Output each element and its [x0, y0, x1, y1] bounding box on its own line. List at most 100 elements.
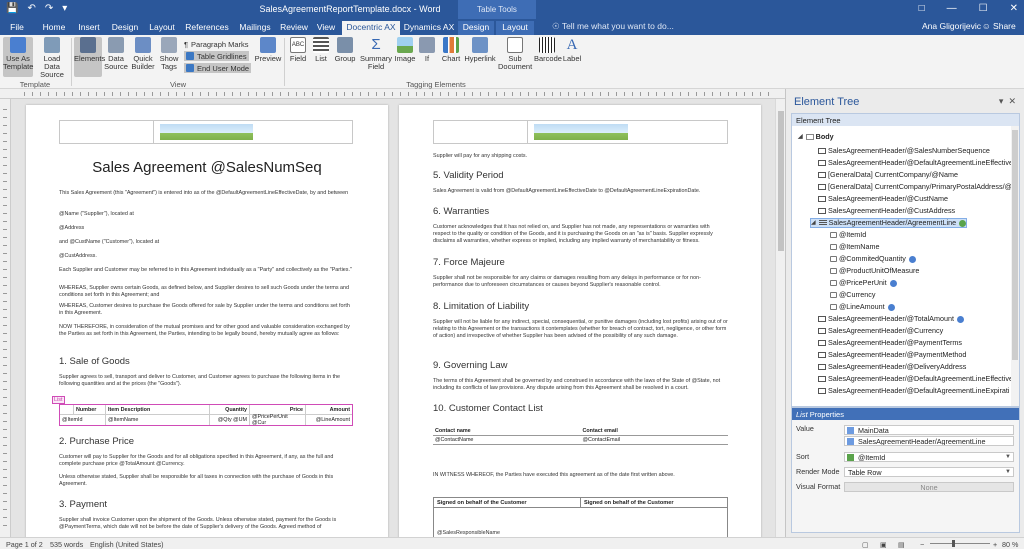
document-area[interactable]: Sales Agreement @SalesNumSeq This Sales …	[0, 99, 785, 537]
tree-node[interactable]: @PricePerUnit	[830, 278, 897, 288]
tab-references[interactable]: References	[182, 21, 232, 35]
sub-document-button[interactable]: Sub Document	[498, 37, 532, 71]
tab-table-design[interactable]: Design	[458, 21, 494, 35]
shipping-costs-line[interactable]: Supplier will pay for any shipping costs…	[433, 153, 728, 160]
sale-paragraph[interactable]: Supplier agrees to sell, transport and d…	[59, 374, 353, 388]
zoom-slider[interactable]	[930, 540, 990, 547]
zoom-slider-knob[interactable]	[952, 540, 955, 547]
label-button[interactable]: A Label	[562, 37, 582, 63]
elements-button[interactable]: Elements	[74, 37, 105, 77]
tree-node[interactable]: [GeneralData] CurrentCompany/PrimaryPost…	[818, 182, 1011, 192]
tree-node[interactable]: SalesAgreementHeader/@TotalAmount	[818, 314, 964, 324]
close-icon[interactable]: ✕	[1008, 96, 1016, 106]
heading-sale-of-goods[interactable]: 1. Sale of Goods	[59, 356, 130, 367]
liability-paragraph[interactable]: Supplier will not be liable for any indi…	[433, 319, 728, 340]
tree-node[interactable]: @LineAmount	[830, 302, 895, 312]
heading-validity-period[interactable]: 5. Validity Period	[433, 170, 504, 181]
chevron-down-icon[interactable]: ▼	[1005, 453, 1011, 461]
zoom-level[interactable]: 80 %	[1002, 540, 1018, 549]
if-button[interactable]: If	[418, 37, 436, 63]
purchase-paragraph[interactable]: Customer will pay to Supplier for the Go…	[59, 454, 353, 468]
items-table-row[interactable]: @ItemId @ItemName @Qty @UM @PricePerUnit…	[60, 414, 352, 426]
summary-field-button[interactable]: Σ Summary Field	[359, 37, 393, 71]
tab-mailings[interactable]: Mailings	[235, 21, 275, 35]
tree-node[interactable]: SalesAgreementHeader/@SalesNumberSequenc…	[818, 146, 990, 156]
barcode-button[interactable]: Barcode	[534, 37, 562, 63]
use-as-template-button[interactable]: Use As Template	[3, 37, 33, 77]
document-title-heading[interactable]: Sales Agreement @SalesNumSeq	[26, 159, 388, 176]
tab-file[interactable]: File	[4, 21, 30, 35]
show-tags-button[interactable]: Show Tags	[158, 37, 180, 71]
value-field-2[interactable]: SalesAgreementHeader/AgreementLine	[844, 436, 1014, 446]
heading-payment[interactable]: 3. Payment	[59, 499, 107, 510]
quick-builder-button[interactable]: Quick Builder	[130, 37, 156, 71]
taxes-paragraph[interactable]: Unless otherwise stated, Supplier shall …	[59, 474, 353, 488]
governing-law-paragraph[interactable]: The terms of this Agreement shall be gov…	[433, 378, 728, 392]
tab-dynamics-ax[interactable]: Dynamics AX	[403, 21, 455, 35]
heading-limitation-of-liability[interactable]: 8. Limitation of Liability	[433, 301, 529, 312]
customer-address-line[interactable]: @CustAddress.	[59, 253, 353, 260]
tree-scrollbar[interactable]	[1011, 126, 1019, 406]
tree-node[interactable]: @Currency	[830, 290, 875, 300]
document-scrollbar[interactable]	[775, 99, 785, 537]
chart-button[interactable]: Chart	[440, 37, 462, 63]
tab-review[interactable]: Review	[278, 21, 310, 35]
table-gridlines-toggle[interactable]: Table Gridlines	[184, 51, 249, 61]
vertical-ruler[interactable]	[0, 99, 11, 537]
minimize-icon[interactable]: —	[947, 3, 957, 14]
tree-node[interactable]: @ProductUnitOfMeasure	[830, 266, 919, 276]
zoom-out-icon[interactable]: −	[920, 540, 924, 549]
heading-force-majeure[interactable]: 7. Force Majeure	[433, 257, 505, 268]
items-table[interactable]: Number Item Description Quantity Price A…	[59, 404, 353, 426]
whereas-paragraph-2[interactable]: WHEREAS, Customer desires to purchase th…	[59, 303, 353, 317]
element-tree[interactable]: Element Tree ◢ Body SalesAgreementHeader/…	[791, 113, 1020, 407]
supplier-line[interactable]: @Name ("Supplier"), located at	[59, 211, 353, 218]
customer-line[interactable]: and @CustName ("Customer"), located at	[59, 239, 353, 246]
user-name[interactable]: Ana Gligorijevic	[922, 21, 981, 31]
validity-paragraph[interactable]: Sales Agreement is valid from @DefaultAg…	[433, 188, 728, 195]
tree-scrollbar-thumb[interactable]	[1012, 130, 1018, 360]
tree-node[interactable]: [GeneralData] CurrentCompany/@Name	[818, 170, 958, 180]
chevron-down-icon[interactable]: ▾	[999, 96, 1004, 106]
group-button[interactable]: Group	[333, 37, 357, 63]
page-2[interactable]: Supplier will pay for any shipping costs…	[399, 105, 761, 537]
render-mode-select[interactable]: Table Row ▼	[844, 467, 1014, 477]
tree-node[interactable]: SalesAgreementHeader/@CustName	[818, 194, 948, 204]
print-layout-icon[interactable]: ▣	[880, 540, 887, 549]
word-count[interactable]: 535 words	[50, 540, 83, 549]
web-layout-icon[interactable]: ▤	[898, 540, 905, 549]
sort-field[interactable]: @ItemId ▼	[844, 452, 1014, 462]
witness-paragraph[interactable]: IN WITNESS WHEREOF, the Parties have exe…	[433, 472, 728, 479]
tab-layout[interactable]: Layout	[145, 21, 179, 35]
visual-format-button[interactable]: None	[844, 482, 1014, 492]
maximize-icon[interactable]: ☐	[979, 3, 988, 14]
share-button[interactable]: ☺ Share	[982, 21, 1016, 31]
image-button[interactable]: Image	[394, 37, 416, 63]
field-button[interactable]: ABC Field	[287, 37, 309, 63]
zoom-in-icon[interactable]: +	[993, 540, 997, 549]
contact-table-row[interactable]: @ContactName @ContactEmail	[433, 436, 728, 445]
read-mode-icon[interactable]: ▢	[862, 540, 869, 549]
tree-node-agreement-line[interactable]: ◢ SalesAgreementHeader/AgreementLine	[810, 218, 968, 228]
heading-warranties[interactable]: 6. Warranties	[433, 206, 489, 217]
tab-home[interactable]: Home	[38, 21, 70, 35]
value-field-1[interactable]: MainData	[844, 425, 1014, 435]
page-1[interactable]: Sales Agreement @SalesNumSeq This Sales …	[26, 105, 388, 537]
parties-paragraph[interactable]: Each Supplier and Customer may be referr…	[59, 267, 353, 274]
horizontal-ruler[interactable]	[0, 89, 785, 99]
signature-table[interactable]: Signed on behalf of the Customer Signed …	[433, 497, 728, 537]
ribbon-options-icon[interactable]: □	[919, 3, 925, 14]
warranties-paragraph[interactable]: Customer acknowledges that it has not re…	[433, 224, 728, 245]
page-count[interactable]: Page 1 of 2	[6, 540, 43, 549]
tree-node[interactable]: @CommitedQuantity	[830, 254, 916, 264]
paragraph-marks-toggle[interactable]: ¶ Paragraph Marks	[184, 39, 249, 49]
tree-node[interactable]: SalesAgreementHeader/@PaymentMethod	[818, 350, 966, 360]
intro-paragraph[interactable]: This Sales Agreement (this "Agreement") …	[59, 190, 353, 197]
hyperlink-button[interactable]: Hyperlink	[464, 37, 496, 63]
heading-customer-contact-list[interactable]: 10. Customer Contact List	[433, 403, 543, 414]
tree-node[interactable]: @ItemId	[830, 230, 866, 240]
preview-button[interactable]: Preview	[254, 37, 282, 63]
tree-node[interactable]: SalesAgreementHeader/@PaymentTerms	[818, 338, 962, 348]
expand-arrow-icon[interactable]: ◢	[811, 218, 816, 228]
heading-governing-law[interactable]: 9. Governing Law	[433, 360, 507, 371]
